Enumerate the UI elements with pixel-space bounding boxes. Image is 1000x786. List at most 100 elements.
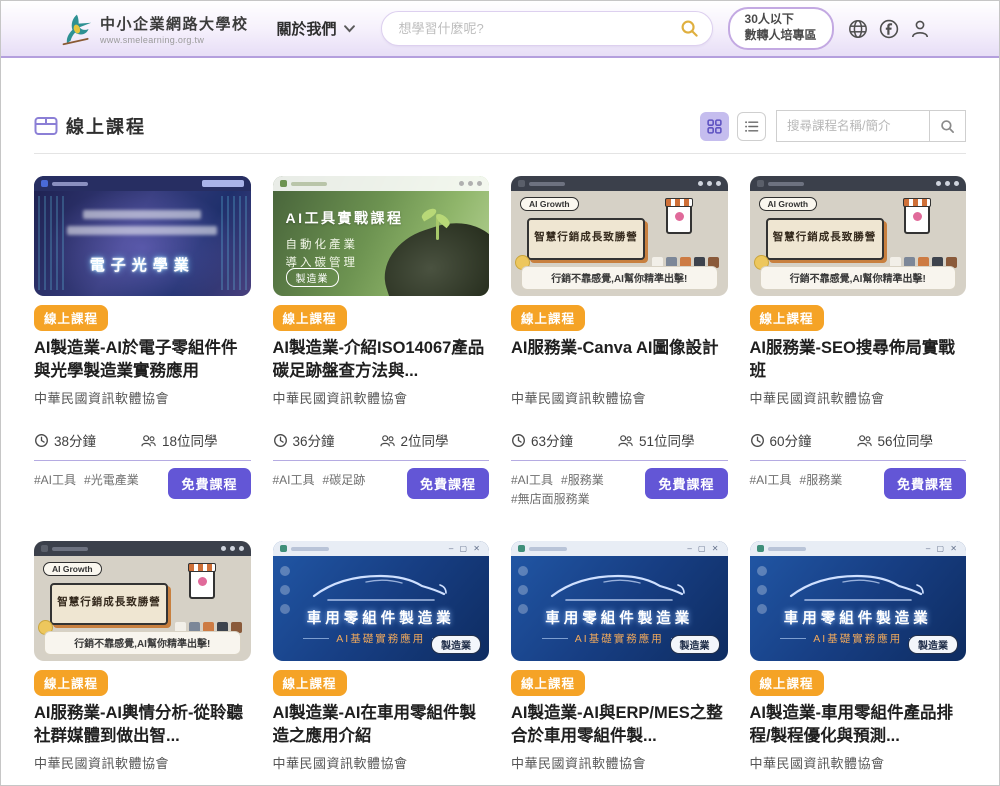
students-icon	[379, 433, 396, 448]
thumb-slogan-banner: 行銷不靠感覺,AI幫你精準出擊!	[44, 631, 241, 655]
course-duration: 38分鐘	[34, 430, 140, 450]
thumb-title: 車用零組件製造業	[511, 607, 728, 628]
course-title[interactable]: AI服務業-Canva AI圖像設計	[511, 337, 728, 383]
car-line-art	[783, 567, 933, 607]
globe-icon[interactable]	[847, 18, 869, 40]
thumb-sign-title: 智慧行銷成長致勝營	[527, 218, 645, 260]
free-course-button[interactable]: 免費課程	[884, 468, 966, 499]
shop-graphic	[189, 563, 215, 599]
card-divider	[34, 460, 251, 461]
thumb-ai-growth-bubble: AI Growth	[520, 197, 579, 211]
course-card: AI工具實戰課程 自動化產業 導入碳管理 製造業 線上課程 AI製造業-介紹IS…	[273, 176, 490, 507]
course-thumbnail[interactable]: 電子光學業	[34, 176, 251, 296]
course-tag[interactable]: #AI工具	[750, 471, 792, 488]
course-tag[interactable]: #AI工具	[34, 471, 76, 488]
thumb-window-bar: – ▢ ✕	[273, 541, 490, 556]
course-title[interactable]: AI製造業-車用零組件產品排程/製程優化與預測...	[750, 702, 967, 748]
thumb-industry-tag: 製造業	[670, 635, 720, 654]
list-view-button[interactable]	[737, 112, 766, 141]
course-title[interactable]: AI服務業-AI輿情分析-從聆聽社群媒體到做出智...	[34, 702, 251, 748]
course-thumbnail[interactable]: AI工具實戰課程 自動化產業 導入碳管理 製造業	[273, 176, 490, 296]
nav-about-menu[interactable]: 關於我們	[277, 18, 355, 39]
card-divider	[511, 460, 728, 461]
course-title[interactable]: AI服務業-SEO搜尋佈局實戰班	[750, 337, 967, 383]
course-tag[interactable]: #AI工具	[511, 471, 553, 488]
course-card: 電子光學業 線上課程 AI製造業-AI於電子零組件件與光學製造業實務應用 中華民…	[34, 176, 251, 507]
free-course-button[interactable]: 免費課程	[645, 468, 727, 499]
course-title[interactable]: AI製造業-介紹ISO14067產品碳足跡盤查方法與...	[273, 337, 490, 383]
course-search-input[interactable]	[777, 111, 929, 141]
nav-about-label: 關於我們	[277, 18, 337, 39]
course-card: AI Growth 智慧行銷成長致勝營 行銷不靠感覺,AI幫你精準出擊! 線上課…	[511, 176, 728, 507]
grid-view-icon	[707, 119, 722, 134]
bird-logo-icon	[59, 10, 93, 48]
card-divider	[273, 460, 490, 461]
grid-view-button[interactable]	[700, 112, 729, 141]
car-line-art	[306, 567, 456, 607]
course-provider: 中華民國資訊軟體協會	[511, 753, 728, 772]
course-tags: #AI工具 #光電產業	[34, 468, 160, 488]
thumb-browser-bar	[34, 541, 251, 556]
course-title[interactable]: AI製造業-AI與ERP/MES之整合於車用零組件製...	[511, 702, 728, 748]
course-thumbnail[interactable]: – ▢ ✕ 車用零組件製造業 AI基礎實務應用 製造業	[273, 541, 490, 661]
course-grid: 電子光學業 線上課程 AI製造業-AI於電子零組件件與光學製造業實務應用 中華民…	[34, 176, 966, 786]
course-type-badge: 線上課程	[34, 305, 108, 331]
course-search-bar	[776, 110, 966, 142]
search-icon	[940, 119, 955, 134]
header-search-input[interactable]	[399, 21, 680, 36]
dx-program-button[interactable]: 30人以下 數轉人培專區	[728, 7, 834, 49]
students-icon	[140, 433, 157, 448]
course-tag[interactable]: #無店面服務業	[511, 490, 590, 507]
search-icon[interactable]	[680, 19, 699, 38]
students-icon	[617, 433, 634, 448]
free-course-button[interactable]: 免費課程	[407, 468, 489, 499]
course-type-badge: 線上課程	[750, 670, 824, 696]
course-search-button[interactable]	[929, 111, 965, 141]
course-tag[interactable]: #服務業	[800, 471, 843, 488]
course-provider: 中華民國資訊軟體協會	[750, 753, 967, 772]
clock-icon	[750, 433, 765, 448]
course-title[interactable]: AI製造業-AI於電子零組件件與光學製造業實務應用	[34, 337, 251, 383]
course-thumbnail[interactable]: – ▢ ✕ 車用零組件製造業 AI基礎實務應用 製造業	[511, 541, 728, 661]
course-card: AI Growth 智慧行銷成長致勝營 行銷不靠感覺,AI幫你精準出擊! 線上課…	[34, 541, 251, 786]
course-duration: 60分鐘	[750, 430, 856, 450]
course-card: – ▢ ✕ 車用零組件製造業 AI基礎實務應用 製造業 線上課程 AI製造業-A…	[273, 541, 490, 786]
course-tag[interactable]: #服務業	[561, 471, 604, 488]
chevron-down-icon	[344, 25, 355, 33]
clock-icon	[34, 433, 49, 448]
user-icon[interactable]	[909, 18, 931, 40]
thumb-browser-bar	[273, 176, 490, 191]
thumb-industry-tag: 製造業	[908, 635, 958, 654]
free-course-button[interactable]: 免費課程	[168, 468, 250, 499]
course-type-badge: 線上課程	[511, 305, 585, 331]
course-thumbnail[interactable]: AI Growth 智慧行銷成長致勝營 行銷不靠感覺,AI幫你精準出擊!	[34, 541, 251, 661]
course-thumbnail[interactable]: AI Growth 智慧行銷成長致勝營 行銷不靠感覺,AI幫你精準出擊!	[511, 176, 728, 296]
course-provider: 中華民國資訊軟體協會	[511, 388, 728, 407]
thumb-industry-tag: 製造業	[431, 635, 481, 654]
course-thumbnail[interactable]: – ▢ ✕ 車用零組件製造業 AI基礎實務應用 製造業	[750, 541, 967, 661]
car-line-art	[544, 567, 694, 607]
thumb-sign-title: 智慧行銷成長致勝營	[50, 583, 168, 625]
course-tags: #AI工具 #服務業	[750, 468, 876, 488]
thumb-sign-title: 智慧行銷成長致勝營	[766, 218, 884, 260]
course-provider: 中華民國資訊軟體協會	[34, 753, 251, 772]
course-tag[interactable]: #光電產業	[84, 471, 139, 488]
course-card: – ▢ ✕ 車用零組件製造業 AI基礎實務應用 製造業 線上課程 AI製造業-A…	[511, 541, 728, 786]
facebook-icon[interactable]	[878, 18, 900, 40]
header-search-bar[interactable]	[381, 11, 713, 46]
course-type-badge: 線上課程	[273, 670, 347, 696]
section-title: 線上課程	[66, 113, 146, 139]
thumb-browser-bar	[511, 176, 728, 191]
course-type-badge: 線上課程	[511, 670, 585, 696]
course-thumbnail[interactable]: AI Growth 智慧行銷成長致勝營 行銷不靠感覺,AI幫你精準出擊!	[750, 176, 967, 296]
course-tag[interactable]: #AI工具	[273, 471, 315, 488]
site-header: 中小企業網路大學校 www.smelearning.org.tw 關於我們 30…	[1, 1, 999, 58]
main-content: 線上課程	[1, 110, 999, 786]
course-title[interactable]: AI製造業-AI在車用零組件製造之應用介紹	[273, 702, 490, 748]
course-tag[interactable]: #碳足跡	[323, 471, 366, 488]
site-url: www.smelearning.org.tw	[100, 35, 249, 45]
thumb-title: 車用零組件製造業	[273, 607, 490, 628]
section-header: 線上課程	[34, 110, 966, 142]
site-logo[interactable]: 中小企業網路大學校 www.smelearning.org.tw	[59, 10, 249, 48]
courses-window-icon	[34, 116, 58, 136]
